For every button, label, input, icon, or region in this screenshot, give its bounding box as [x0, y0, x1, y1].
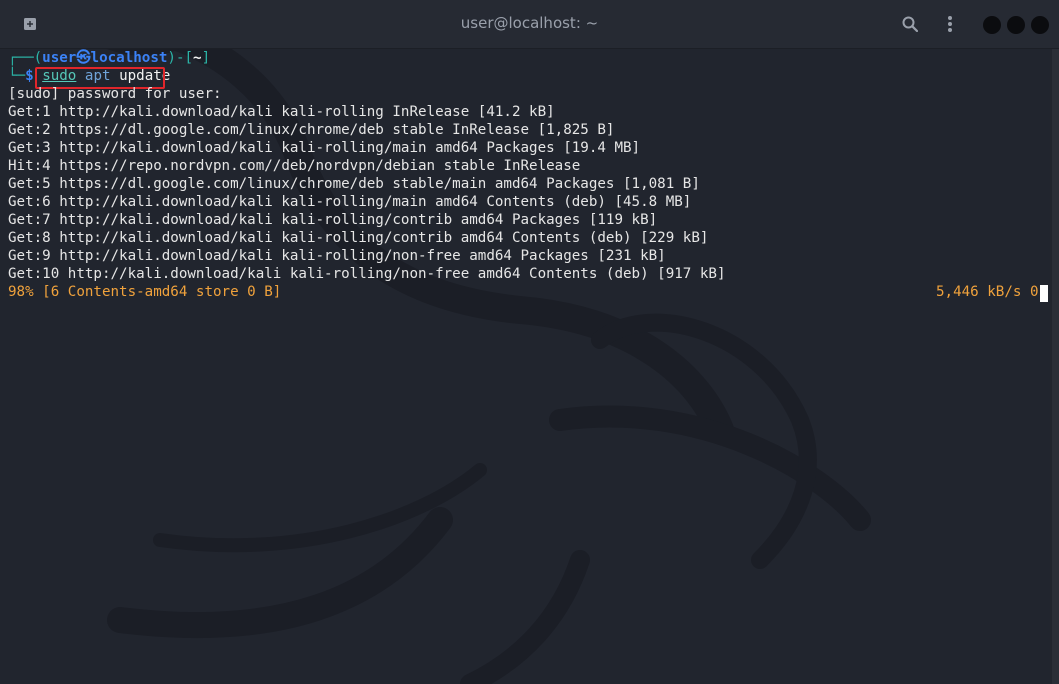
output-line: Hit:4 https://repo.nordvpn.com//deb/nord… [8, 158, 581, 174]
output-line: Get:7 http://kali.download/kali kali-rol… [8, 212, 658, 228]
maximize-button[interactable] [1007, 16, 1025, 34]
output-line: Get:2 https://dl.google.com/linux/chrome… [8, 122, 615, 138]
output-line: Get:6 http://kali.download/kali kali-rol… [8, 194, 692, 210]
output-line: Get:9 http://kali.download/kali kali-rol… [8, 248, 666, 264]
output-line: [sudo] password for user: [8, 86, 222, 102]
terminal-content[interactable]: ┌──(user㉿localhost)-[~] └─$ sudo apt upd… [0, 49, 1059, 684]
minimize-button[interactable] [983, 16, 1001, 34]
text-cursor [1040, 285, 1048, 302]
kebab-menu-icon[interactable] [938, 12, 962, 36]
search-icon[interactable] [898, 12, 922, 36]
title-bar: user@localhost: ~ [0, 0, 1059, 49]
output-line: Get:3 http://kali.download/kali kali-rol… [8, 140, 641, 156]
output-line: Get:1 http://kali.download/kali kali-rol… [8, 104, 555, 120]
scrollbar[interactable] [1052, 49, 1059, 684]
close-button[interactable] [1031, 16, 1049, 34]
prompt-line-1: ┌──(user㉿localhost)-[~] [8, 50, 211, 66]
output-line: Get:8 http://kali.download/kali kali-rol… [8, 230, 709, 246]
terminal-window: user@localhost: ~ ┌──(user㉿localhost)-[~… [0, 0, 1059, 684]
output-line: Get:5 https://dl.google.com/linux/chrome… [8, 176, 700, 192]
output-line: Get:10 http://kali.download/kali kali-ro… [8, 266, 726, 282]
progress-status: 98% [6 Contents-amd64 store 0 B] [8, 284, 282, 300]
progress-speed: 5,446 kB/s 0s [936, 284, 1048, 300]
